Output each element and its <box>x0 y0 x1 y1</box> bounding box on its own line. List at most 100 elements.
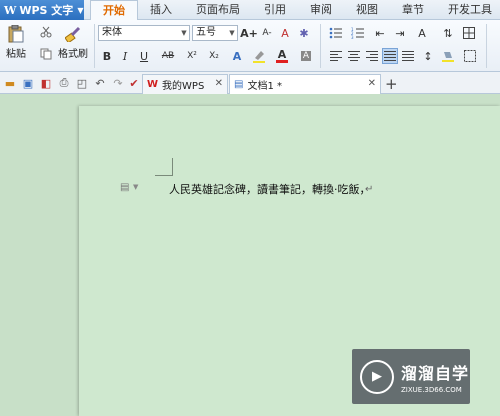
tab-label: 我的WPS <box>162 81 205 92</box>
app-name: WPS 文字 <box>19 4 74 17</box>
distributed-align-icon[interactable] <box>400 48 416 64</box>
decrease-indent-icon[interactable]: ⇤ <box>372 25 388 41</box>
superscript-icon: X² <box>187 51 197 61</box>
margin-corner-mark <box>155 175 173 176</box>
font-color-icon: A <box>276 47 288 63</box>
watermark-title: 溜溜自学 <box>401 363 470 383</box>
copy-icon[interactable] <box>38 46 54 62</box>
cut-icon[interactable] <box>38 24 54 40</box>
ribbon-tabs: 开始 插入 页面布局 引用 审阅 视图 章节 开发工具 <box>90 0 500 21</box>
format-painter-button[interactable]: 格式刷 <box>58 26 88 60</box>
wps-logo-icon: W <box>147 79 159 90</box>
separator <box>486 24 487 68</box>
paintbrush-icon <box>64 26 82 42</box>
align-right-icon[interactable] <box>364 48 380 64</box>
table-borders-icon[interactable] <box>461 25 477 41</box>
grow-font-icon: A+ <box>240 26 258 40</box>
superscript-button[interactable]: X² <box>184 48 200 64</box>
grow-font-button[interactable]: A+ <box>240 25 258 41</box>
strikethrough-button[interactable]: AB <box>160 48 176 64</box>
tab-insert[interactable]: 插入 <box>138 0 184 20</box>
app-menu-button[interactable]: W WPS 文字 ▼ <box>0 0 84 20</box>
phonetic-guide-icon[interactable]: ✱ <box>296 25 312 41</box>
paragraph-borders-icon[interactable] <box>462 48 478 64</box>
shrink-font-button[interactable]: A- <box>259 25 275 41</box>
tab-page-layout[interactable]: 页面布局 <box>184 0 252 20</box>
chevron-down-icon: ▼ <box>133 183 139 191</box>
paragraph-mark-icon: ↵ <box>365 184 374 195</box>
chevron-down-icon: ▼ <box>181 29 187 37</box>
redo-icon[interactable]: ↷ <box>110 75 126 91</box>
italic-icon: I <box>122 49 128 63</box>
font-color-button[interactable]: A <box>274 48 290 64</box>
bold-icon: B <box>102 49 112 63</box>
close-icon[interactable]: ✕ <box>368 78 376 89</box>
undo-icon[interactable]: ↶ <box>92 75 108 91</box>
export-pdf-icon[interactable]: ◧ <box>38 75 54 91</box>
watermark: ▶ 溜溜自学 ZIXUE.3D66.COM <box>352 349 470 404</box>
paste-button[interactable]: 粘贴 <box>6 25 26 60</box>
font-color-glyph: A <box>277 47 287 61</box>
tab-review[interactable]: 审阅 <box>298 0 344 20</box>
bold-button[interactable]: B <box>99 48 115 64</box>
separator <box>94 24 95 68</box>
subscript-button[interactable]: X₂ <box>206 48 222 64</box>
increase-indent-icon[interactable]: ⇥ <box>392 25 408 41</box>
tab-document-1[interactable]: ▤ 文档1 * ✕ <box>229 74 381 94</box>
tab-developer[interactable]: 开发工具 <box>436 0 500 20</box>
margin-corner-mark <box>172 158 173 176</box>
ribbon-toolbar: 粘贴 格式刷 宋体 ▼ 五号 ▼ A+ A- A ✱ B I U AB X² X… <box>0 20 500 72</box>
format-painter-label: 格式刷 <box>58 49 88 60</box>
tab-chapter[interactable]: 章节 <box>390 0 436 20</box>
paragraph-shading-icon[interactable] <box>440 48 456 64</box>
underline-icon: U <box>139 49 149 63</box>
align-center-icon[interactable] <box>346 48 362 64</box>
character-shading-icon[interactable]: A <box>298 48 314 64</box>
font-size-select[interactable]: 五号 ▼ <box>192 25 238 41</box>
underline-button[interactable]: U <box>136 48 152 64</box>
bullet-list-icon[interactable] <box>328 25 344 41</box>
open-folder-icon[interactable]: ▬ <box>2 75 18 91</box>
new-tab-plus-icon[interactable]: + <box>385 75 398 93</box>
numbered-list-icon[interactable]: 123 <box>350 25 366 41</box>
italic-button[interactable]: I <box>117 48 133 64</box>
document-tab-bar: ▬ ▣ ◧ ⎙ ◰ ↶ ↷ ✔ W 我的WPS ✕ ▤ 文档1 * ✕ + <box>0 72 500 94</box>
clear-format-button[interactable]: A <box>277 25 293 41</box>
document-text[interactable]: 人民英雄記念碑，讀書筆記，轉換·吃飯， <box>169 181 371 197</box>
sort-icon[interactable]: ⇅ <box>440 25 456 41</box>
font-name-select[interactable]: 宋体 ▼ <box>98 25 190 41</box>
chinese-layout-icon[interactable]: A <box>414 25 430 41</box>
document-icon: ▤ <box>234 79 244 90</box>
tab-my-wps[interactable]: W 我的WPS ✕ <box>142 74 228 94</box>
tab-home[interactable]: 开始 <box>90 0 138 21</box>
paste-label: 粘贴 <box>6 49 26 60</box>
chevron-down-icon: ▼ <box>229 29 235 37</box>
print-icon[interactable]: ⎙ <box>56 75 72 91</box>
chevron-down-icon: ▼ <box>77 5 84 15</box>
svg-text:3: 3 <box>351 35 354 39</box>
tab-view[interactable]: 视图 <box>344 0 390 20</box>
checkmark-icon[interactable]: ✔ <box>126 75 142 91</box>
strikethrough-icon: AB <box>161 51 175 61</box>
tab-references[interactable]: 引用 <box>252 0 298 20</box>
shrink-font-icon: A- <box>262 28 272 38</box>
font-name-value: 宋体 <box>102 27 122 38</box>
tab-label: 文档1 * <box>247 81 282 92</box>
wps-logo-icon: W <box>4 3 17 17</box>
highlighter-icon <box>253 51 265 63</box>
paragraph-handle-icon[interactable]: ▤ <box>120 182 129 193</box>
close-icon[interactable]: ✕ <box>215 78 223 89</box>
highlight-button[interactable] <box>251 48 267 64</box>
watermark-url: ZIXUE.3D66.COM <box>401 385 462 394</box>
separator <box>320 24 321 68</box>
align-left-icon[interactable] <box>328 48 344 64</box>
play-logo-icon: ▶ <box>360 359 394 394</box>
line-spacing-icon[interactable]: ↕ <box>420 48 436 64</box>
save-icon[interactable]: ▣ <box>20 75 36 91</box>
subscript-icon: X₂ <box>209 51 219 61</box>
eraser-icon: A <box>281 26 289 40</box>
align-justify-icon[interactable] <box>382 48 398 64</box>
text-effect-icon[interactable]: A <box>229 48 245 64</box>
print-preview-icon[interactable]: ◰ <box>74 75 90 91</box>
font-size-value: 五号 <box>196 27 216 38</box>
